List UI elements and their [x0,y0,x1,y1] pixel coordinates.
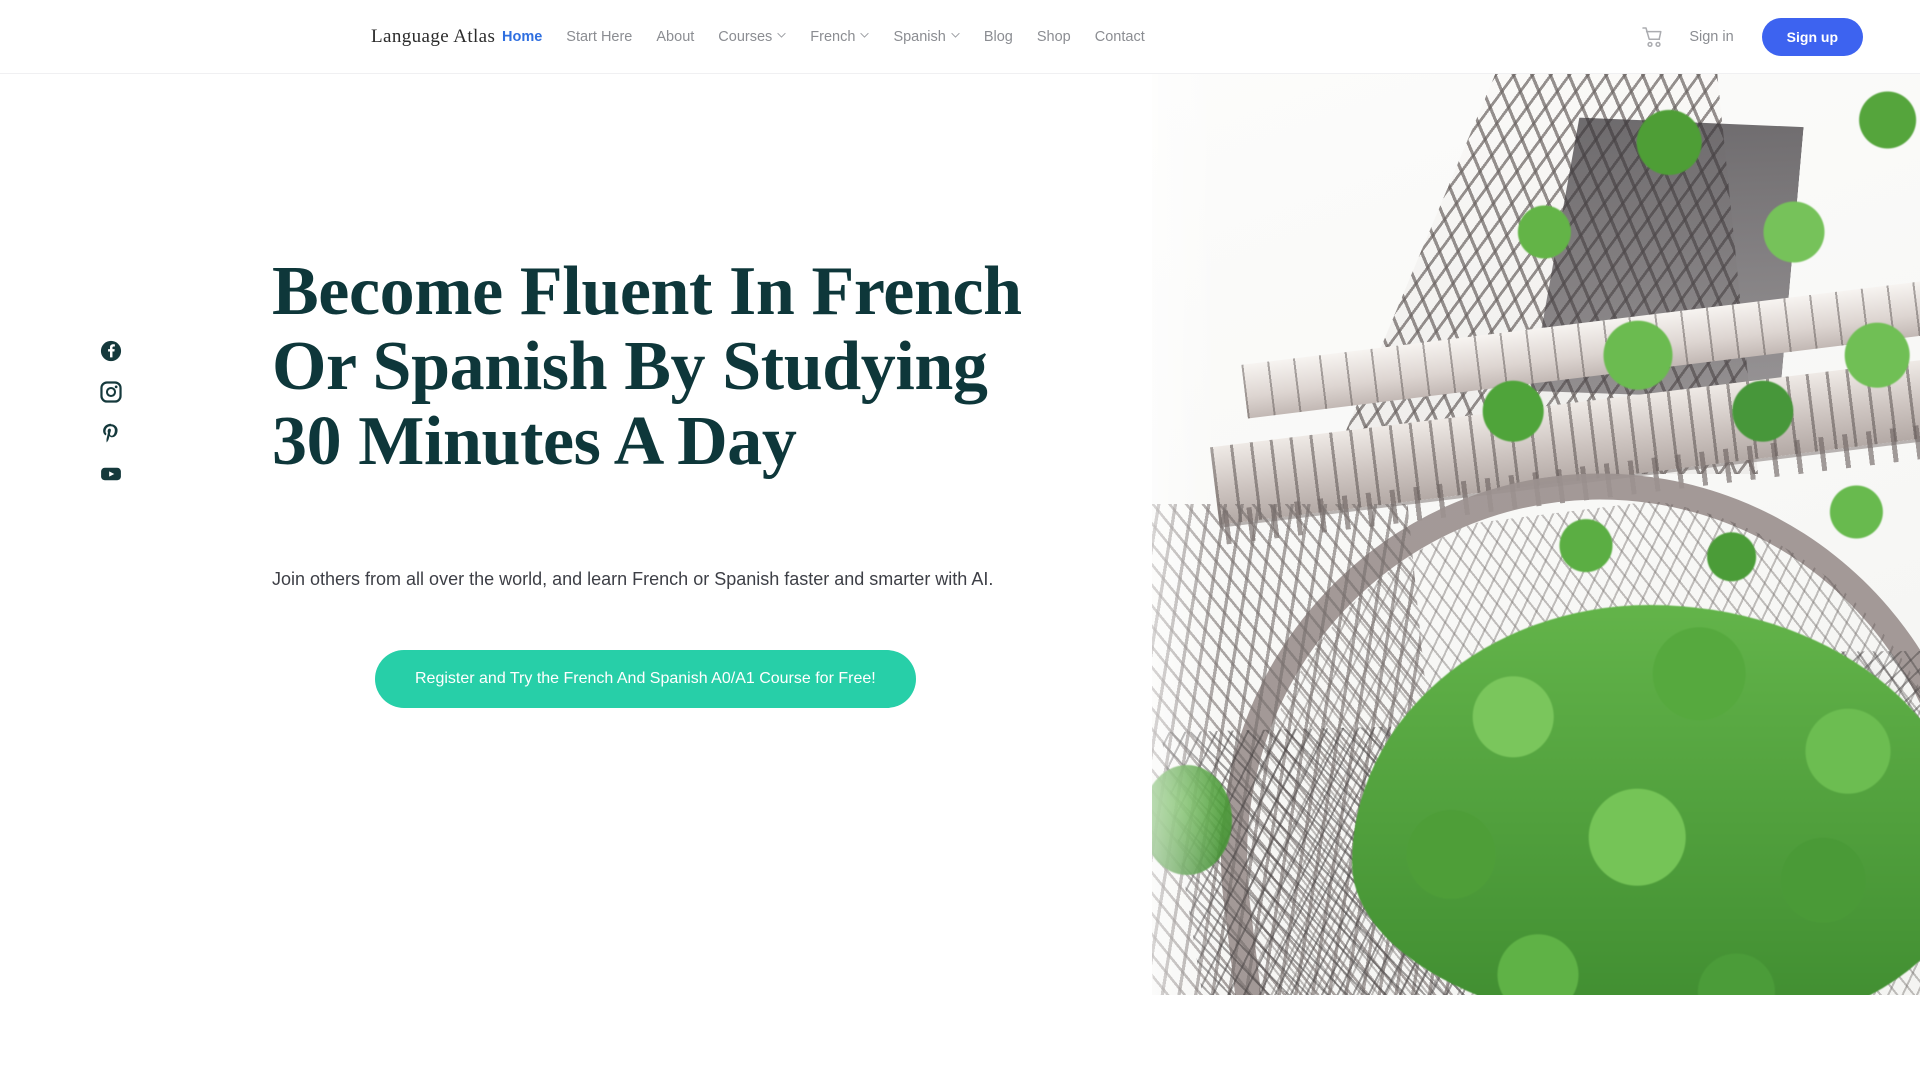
hero-cta-wrapper: Register and Try the French And Spanish … [272,650,1072,708]
sign-in-link[interactable]: Sign in [1689,29,1733,45]
chevron-down-icon [860,31,870,40]
nav-item-label: About [656,28,695,45]
register-free-course-button[interactable]: Register and Try the French And Spanish … [375,650,916,708]
nav-item-label: Spanish [893,28,946,45]
nav-item-french[interactable]: French [798,29,881,44]
nav-item-label: Contact [1094,28,1145,45]
hero-copy: Become Fluent In French Or Spanish By St… [272,254,1072,708]
hero-image [1152,74,1920,995]
nav-item-home[interactable]: Home [490,29,554,44]
chevron-down-icon [951,31,960,40]
nav-item-shop[interactable]: Shop [1025,29,1083,44]
nav-item-contact[interactable]: Contact [1083,29,1157,44]
nav-item-label: Start Here [566,28,633,45]
nav-item-label: Courses [718,28,773,45]
nav-item-label: Shop [1036,28,1071,45]
nav-item-blog[interactable]: Blog [972,29,1025,44]
sign-up-button[interactable]: Sign up [1761,17,1863,56]
instagram-icon[interactable] [100,381,122,403]
site-header: Language Atlas Home Start Here About Cou… [0,0,1920,74]
social-links-rail [100,340,122,485]
brand-logo[interactable]: Language Atlas [371,26,495,48]
facebook-icon[interactable] [100,340,122,362]
chevron-down-icon [777,31,786,40]
nav-item-start-here[interactable]: Start Here [554,29,644,44]
hero-subtitle: Join others from all over the world, and… [272,569,994,589]
main-navigation: Home Start Here About Courses French Spa… [490,29,1157,44]
nav-item-courses[interactable]: Courses [706,29,798,44]
hero-section: Become Fluent In French Or Spanish By St… [0,74,1920,1080]
eiffel-tower-photo [1152,74,1920,995]
shopping-cart-icon[interactable] [1639,24,1665,50]
page-title: Become Fluent In French Or Spanish By St… [272,253,1022,480]
nav-item-label: Home [502,28,543,45]
nav-item-label: French [810,28,856,45]
pinterest-icon[interactable] [100,422,122,444]
nav-item-label: Blog [983,28,1013,45]
youtube-icon[interactable] [100,463,122,485]
nav-item-about[interactable]: About [644,29,706,44]
header-actions: Sign in Sign up [1639,17,1863,56]
foliage-top-right [1430,74,1920,624]
nav-item-spanish[interactable]: Spanish [881,29,971,44]
